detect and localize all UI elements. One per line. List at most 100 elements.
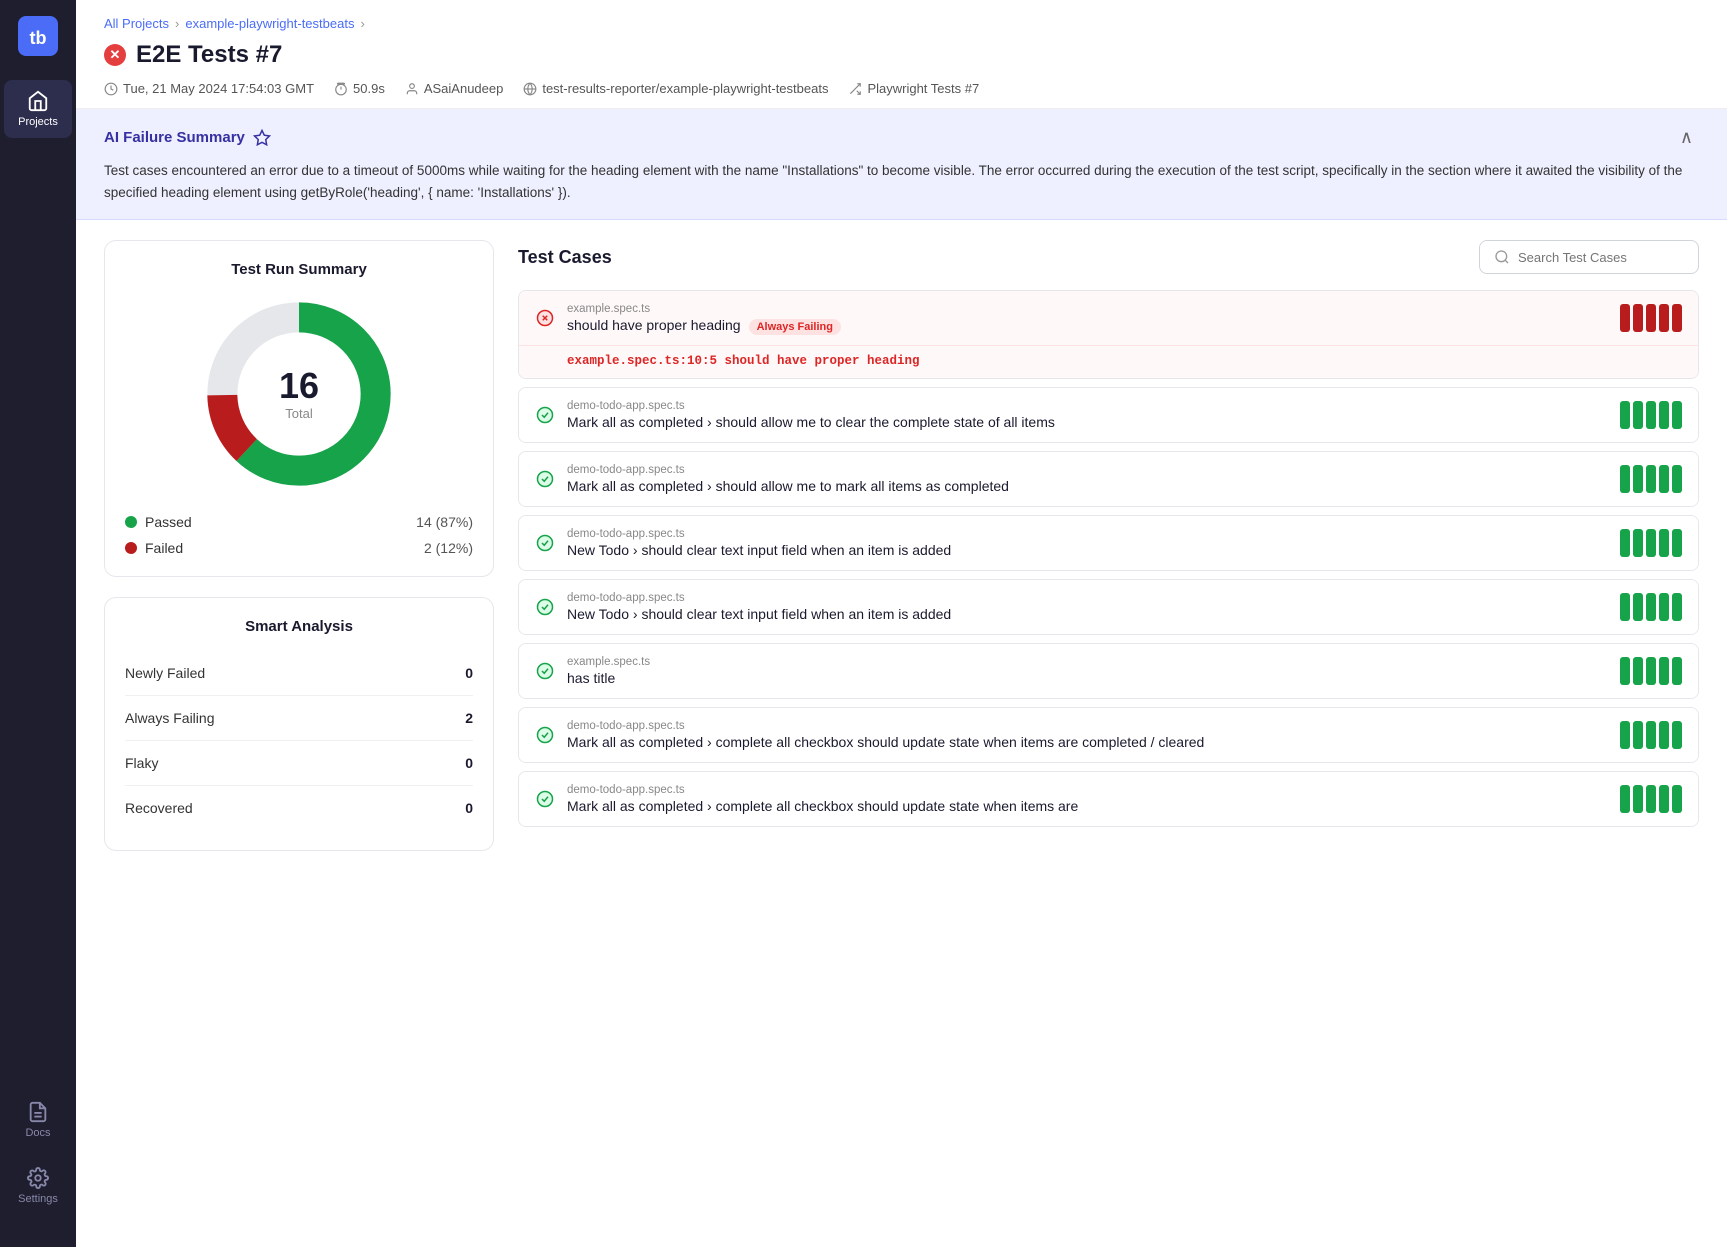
timer-icon: [334, 82, 348, 96]
test-item[interactable]: demo-todo-app.spec.ts New Todo › should …: [518, 579, 1699, 635]
test-item-row: demo-todo-app.spec.ts Mark all as comple…: [519, 772, 1698, 826]
history-bar: [1659, 657, 1669, 685]
search-input[interactable]: [1518, 250, 1684, 265]
search-box[interactable]: [1479, 240, 1699, 274]
test-item[interactable]: example.spec.ts has title: [518, 643, 1699, 699]
sidebar-item-label: Docs: [25, 1127, 50, 1139]
ai-summary-title: AI Failure Summary: [104, 129, 271, 147]
history-bar: [1672, 465, 1682, 493]
test-name: Mark all as completed › complete all che…: [567, 798, 1608, 814]
docs-icon: [27, 1101, 49, 1123]
test-name: has title: [567, 670, 1608, 686]
test-spec: example.spec.ts: [567, 303, 1608, 315]
pass-icon: [536, 726, 554, 744]
ai-summary-header: AI Failure Summary ∧: [104, 125, 1699, 150]
test-spec: demo-todo-app.spec.ts: [567, 464, 1608, 476]
breadcrumb-all-projects[interactable]: All Projects: [104, 16, 169, 31]
history-bar: [1659, 593, 1669, 621]
sidebar-item-settings[interactable]: Settings: [4, 1157, 72, 1215]
test-history-bars: [1620, 304, 1682, 332]
test-status-icon: [535, 405, 555, 425]
sidebar-item-docs[interactable]: Docs: [4, 1091, 72, 1149]
test-item[interactable]: example.spec.ts should have proper headi…: [518, 290, 1699, 379]
analysis-count: 0: [465, 665, 473, 681]
analysis-row: Flaky0: [125, 741, 473, 786]
test-item[interactable]: demo-todo-app.spec.ts Mark all as comple…: [518, 707, 1699, 763]
test-name: Mark all as completed › should allow me …: [567, 414, 1608, 430]
test-item[interactable]: demo-todo-app.spec.ts Mark all as comple…: [518, 387, 1699, 443]
test-history-bars: [1620, 721, 1682, 749]
breadcrumb-separator: ›: [175, 16, 179, 31]
sidebar: tb Projects Docs Settings: [0, 0, 76, 1247]
fail-status-icon: ✕: [104, 44, 126, 66]
analysis-row: Recovered0: [125, 786, 473, 830]
meta-user: ASaiAnudeep: [405, 81, 504, 96]
test-item[interactable]: demo-todo-app.spec.ts Mark all as comple…: [518, 451, 1699, 507]
history-bar: [1633, 657, 1643, 685]
history-bar: [1672, 401, 1682, 429]
history-bar: [1659, 304, 1669, 332]
search-icon: [1494, 249, 1510, 265]
test-item-info: demo-todo-app.spec.ts Mark all as comple…: [567, 464, 1608, 494]
test-item-info: demo-todo-app.spec.ts Mark all as comple…: [567, 720, 1608, 750]
analysis-row: Newly Failed0: [125, 651, 473, 696]
history-bar: [1672, 593, 1682, 621]
history-bar: [1659, 465, 1669, 493]
sidebar-bottom: Docs Settings: [4, 1091, 72, 1231]
collapse-button[interactable]: ∧: [1674, 125, 1699, 150]
svg-text:tb: tb: [30, 28, 47, 48]
test-item[interactable]: demo-todo-app.spec.ts Mark all as comple…: [518, 771, 1699, 827]
repo-icon: [523, 82, 537, 96]
test-item-info: demo-todo-app.spec.ts New Todo › should …: [567, 592, 1608, 622]
content-area: Test Run Summary 16 Total: [76, 220, 1727, 1247]
history-bar: [1659, 785, 1669, 813]
test-item[interactable]: demo-todo-app.spec.ts New Todo › should …: [518, 515, 1699, 571]
passed-value: 14 (87%): [416, 514, 473, 530]
history-bar: [1620, 401, 1630, 429]
test-spec: example.spec.ts: [567, 656, 1608, 668]
history-bar: [1659, 721, 1669, 749]
test-history-bars: [1620, 465, 1682, 493]
history-bar: [1672, 785, 1682, 813]
passed-dot: [125, 516, 137, 528]
test-item-row: example.spec.ts has title: [519, 644, 1698, 698]
test-spec: demo-todo-app.spec.ts: [567, 720, 1608, 732]
test-history-bars: [1620, 401, 1682, 429]
history-bar: [1646, 785, 1656, 813]
history-bar: [1633, 401, 1643, 429]
sidebar-item-projects[interactable]: Projects: [4, 80, 72, 138]
test-name: Mark all as completed › complete all che…: [567, 734, 1608, 750]
analysis-count: 0: [465, 755, 473, 771]
test-item-info: example.spec.ts should have proper headi…: [567, 303, 1608, 333]
test-history-bars: [1620, 529, 1682, 557]
analysis-count: 2: [465, 710, 473, 726]
test-status-icon: [535, 469, 555, 489]
test-status-icon: [535, 661, 555, 681]
test-item-info: demo-todo-app.spec.ts New Todo › should …: [567, 528, 1608, 558]
failed-label: Failed: [145, 540, 416, 556]
history-bar: [1646, 401, 1656, 429]
sidebar-item-label: Settings: [18, 1193, 58, 1205]
pass-icon: [536, 662, 554, 680]
history-bar: [1633, 785, 1643, 813]
ai-summary-text: Test cases encountered an error due to a…: [104, 160, 1699, 203]
breadcrumb-separator: ›: [360, 16, 364, 31]
pass-icon: [536, 598, 554, 616]
breadcrumb: All Projects › example-playwright-testbe…: [104, 16, 1699, 31]
history-bar: [1672, 529, 1682, 557]
history-bar: [1646, 657, 1656, 685]
legend-failed: Failed 2 (12%): [125, 540, 473, 556]
sidebar-item-label: Projects: [18, 116, 58, 128]
history-bar: [1646, 593, 1656, 621]
history-bar: [1672, 304, 1682, 332]
test-item-info: demo-todo-app.spec.ts Mark all as comple…: [567, 784, 1608, 814]
sparkle-icon: [253, 129, 271, 147]
meta-row: Tue, 21 May 2024 17:54:03 GMT 50.9s ASai…: [104, 81, 1699, 108]
breadcrumb-project[interactable]: example-playwright-testbeats: [185, 16, 354, 31]
always-failing-badge: Always Failing: [749, 319, 841, 335]
test-spec: demo-todo-app.spec.ts: [567, 400, 1608, 412]
title-row: ✕ E2E Tests #7: [104, 41, 1699, 69]
test-error-line: example.spec.ts:10:5 should have proper …: [519, 345, 1698, 378]
gear-icon: [27, 1167, 49, 1189]
page-header: All Projects › example-playwright-testbe…: [76, 0, 1727, 109]
